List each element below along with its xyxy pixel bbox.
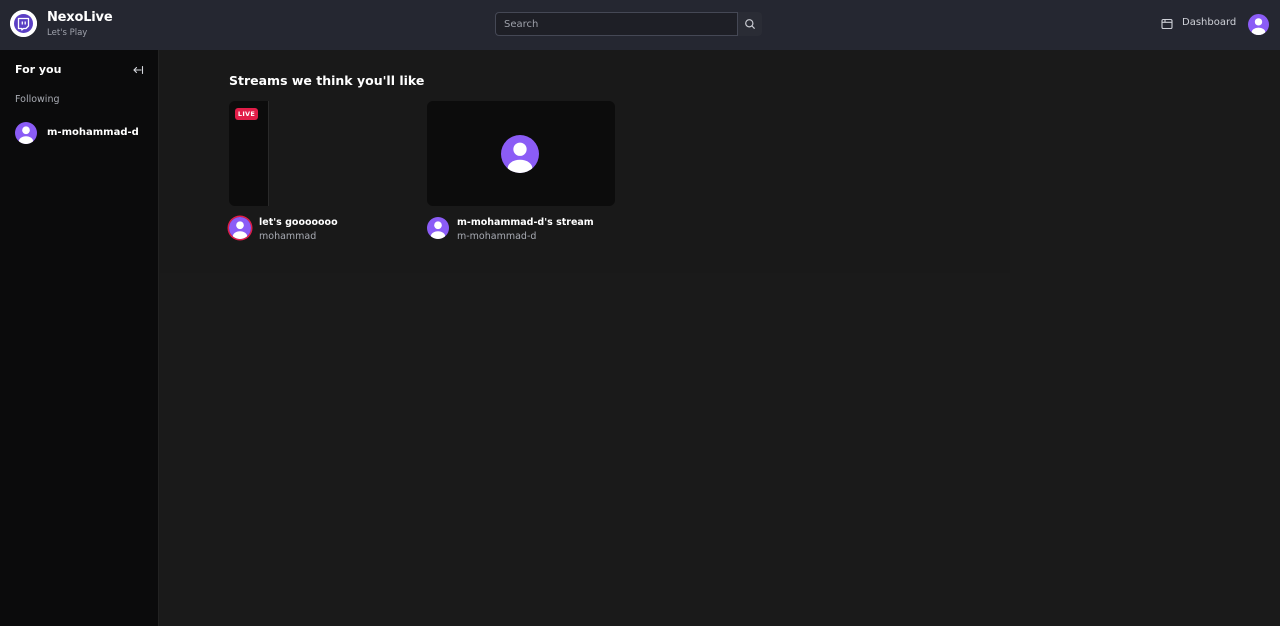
dashboard-icon — [1161, 18, 1173, 30]
avatar[interactable] — [427, 217, 449, 239]
stream-username: mohammad — [259, 231, 317, 242]
main-content: Streams we think you'll like LIVE let's … — [160, 50, 1280, 626]
collapse-sidebar-icon[interactable] — [131, 62, 145, 76]
brand-subtitle: Let's Play — [47, 28, 88, 38]
search-button[interactable] — [738, 12, 762, 36]
stream-meta: m-mohammad-d's stream m-mohammad-d — [427, 217, 615, 243]
stream-title[interactable]: let's gooooooo — [259, 217, 338, 228]
stream-thumbnail[interactable]: LIVE — [229, 101, 417, 206]
stream-thumbnail[interactable] — [427, 101, 615, 206]
sidebar: For you Following m-mohammad-d — [0, 50, 159, 626]
stream-meta: let's gooooooo mohammad — [229, 217, 417, 243]
live-badge: LIVE — [235, 108, 258, 120]
search-input[interactable] — [495, 12, 738, 36]
dashboard-label: Dashboard — [1182, 17, 1237, 28]
dashboard-button[interactable]: Dashboard — [1160, 14, 1240, 34]
sidebar-item-label: m-mohammad-d — [47, 127, 139, 138]
brand-title[interactable]: NexoLive — [47, 10, 113, 25]
following-label: Following — [15, 94, 60, 105]
sidebar-title: For you — [15, 63, 62, 76]
stream-username: m-mohammad-d — [457, 231, 537, 242]
stream-title[interactable]: m-mohammad-d's stream — [457, 217, 594, 228]
user-avatar-icon — [501, 135, 539, 173]
avatar[interactable] — [229, 217, 251, 239]
section-title: Streams we think you'll like — [229, 73, 425, 88]
search-icon — [745, 19, 755, 29]
user-avatar-icon[interactable] — [1248, 14, 1269, 35]
logo-icon[interactable] — [10, 10, 37, 37]
avatar — [15, 122, 37, 144]
sidebar-item-m-mohammad-d[interactable]: m-mohammad-d — [15, 122, 145, 144]
top-navbar: NexoLive Let's Play Dashboard — [0, 0, 1280, 50]
